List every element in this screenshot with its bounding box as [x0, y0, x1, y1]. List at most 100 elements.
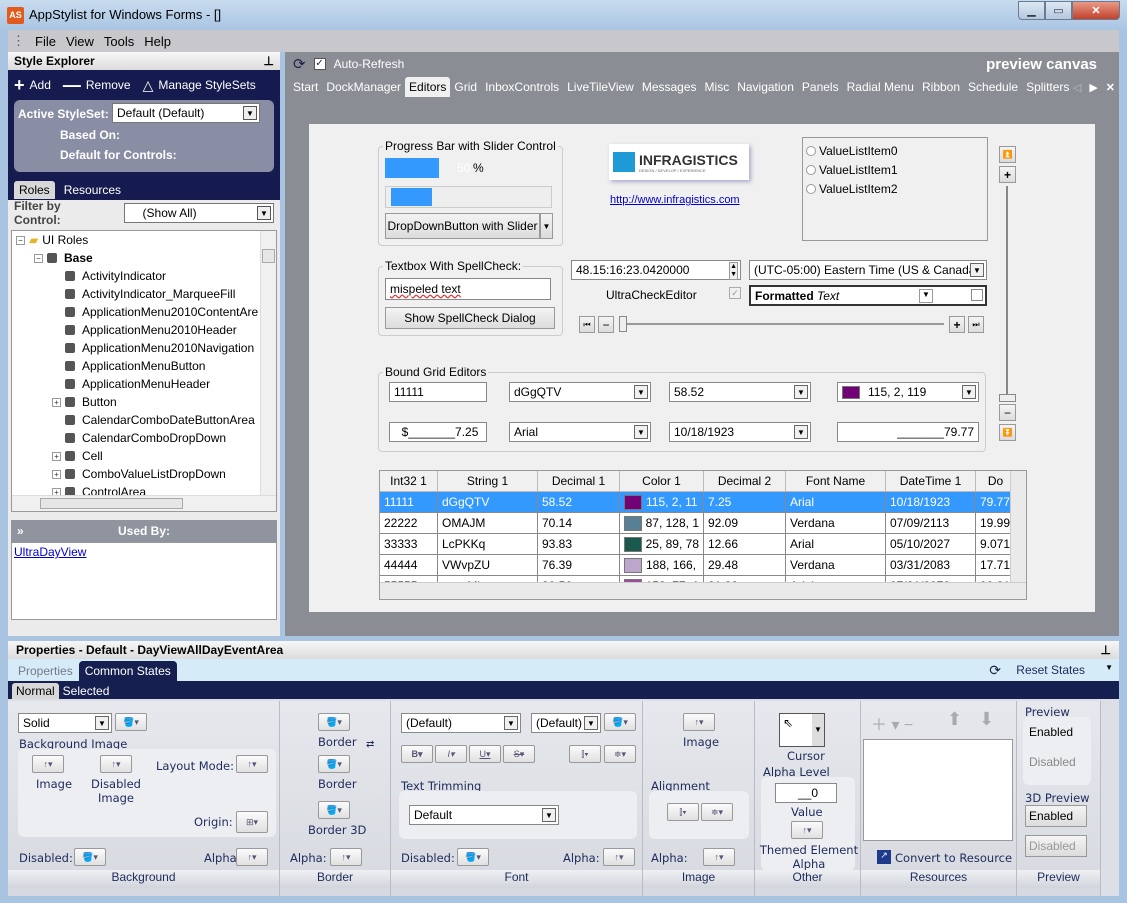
auto-refresh-checkbox[interactable]: ✓: [313, 58, 326, 70]
vslider-bottom-button[interactable]: ⏬: [999, 424, 1016, 441]
radio-icon[interactable]: [806, 145, 816, 156]
refresh-icon[interactable]: ⟳: [293, 55, 306, 73]
grid-cell[interactable]: 10/18/1923: [886, 492, 976, 513]
grid-column-header[interactable]: String 1: [438, 471, 538, 492]
font-size-select[interactable]: (Default) ▼: [531, 713, 601, 733]
disabled-color-picker[interactable]: 🪣▾: [74, 848, 106, 866]
grid-cell[interactable]: Verdana: [786, 555, 886, 576]
grid-column-header[interactable]: Color 1: [620, 471, 704, 492]
tree-node-ui-roles[interactable]: − ▰ UI Roles: [12, 231, 276, 249]
expand-icon[interactable]: +: [52, 469, 61, 479]
tab-navigation[interactable]: Navigation: [733, 77, 798, 97]
spin-icon[interactable]: ▲ ▼: [729, 262, 738, 280]
grid-cell[interactable]: Arial: [786, 534, 886, 555]
border-color-picker[interactable]: 🪣▾: [318, 713, 350, 731]
collapse-icon[interactable]: −: [34, 253, 43, 263]
strikeout-button[interactable]: S▾: [503, 745, 535, 763]
table-row[interactable]: 33333 LcPKKq 93.83 25, 89, 78 12.66 Arial 05/1…: [380, 534, 1026, 555]
add-resource-icon[interactable]: ＋ ▾ −: [871, 711, 913, 735]
tab-schedule[interactable]: Schedule: [964, 77, 1022, 97]
bold-button[interactable]: B▾: [401, 745, 433, 763]
menu-tools[interactable]: Tools: [104, 34, 134, 49]
checkbox-icon[interactable]: [971, 289, 983, 301]
font-alpha-picker[interactable]: ↑▾: [603, 848, 635, 866]
vslider-plus-button[interactable]: +: [999, 166, 1016, 183]
tab-livetileview[interactable]: LiveTileView: [563, 77, 638, 97]
show-spellcheck-button[interactable]: Show SpellCheck Dialog: [385, 307, 555, 329]
reset-icon[interactable]: ⟳: [989, 662, 1001, 679]
tab-start[interactable]: Start: [289, 77, 322, 97]
manage-stylesets-button[interactable]: △ Manage StyleSets: [143, 77, 256, 94]
grid-cell[interactable]: 70.14: [538, 513, 620, 534]
grid-cell[interactable]: 07/09/2113: [886, 513, 976, 534]
border-alpha-picker[interactable]: ↑▾: [330, 848, 362, 866]
chevron-down-icon[interactable]: ▼: [919, 289, 933, 303]
resources-list[interactable]: [863, 739, 1013, 841]
tree-node[interactable]: ApplicationMenuHeader: [12, 375, 276, 393]
used-by-header[interactable]: » Used By:: [11, 520, 277, 542]
origin-picker[interactable]: ⊞▾: [236, 811, 268, 833]
grid-column-header[interactable]: Font Name: [786, 471, 886, 492]
grid-cell[interactable]: 22222: [380, 513, 438, 534]
italic-button[interactable]: I▾: [435, 745, 467, 763]
h-align-button[interactable]: ⫿▾: [569, 745, 601, 763]
slider-thumb[interactable]: [619, 316, 627, 332]
grid-cell[interactable]: 11111: [380, 492, 438, 513]
collapse-chevrons-icon[interactable]: »: [17, 520, 24, 542]
tab-misc[interactable]: Misc: [701, 77, 734, 97]
chevron-down-icon[interactable]: ▼: [1105, 663, 1113, 672]
bg-color-picker[interactable]: 🪣▾: [115, 713, 147, 731]
grid-horizontal-scrollbar[interactable]: [380, 582, 1026, 599]
table-row[interactable]: 11111 dGgQTV 58.52 115, 2, 11 7.25 Arial 10/18…: [380, 492, 1026, 513]
tree-node[interactable]: ActivityIndicator_MarqueeFill: [12, 285, 276, 303]
text-trimming-select[interactable]: Default ▼: [409, 805, 559, 825]
grid-column-header[interactable]: Decimal 2: [704, 471, 786, 492]
formatted-text-editor[interactable]: Formatted Text ▼: [749, 285, 987, 306]
grid-cell[interactable]: 188, 166,: [620, 555, 704, 576]
radio-icon[interactable]: [806, 164, 816, 175]
border3d-picker[interactable]: 🪣▾: [318, 801, 350, 819]
grid-cell[interactable]: 93.83: [538, 534, 620, 555]
tab-normal[interactable]: Normal: [12, 683, 59, 699]
grid-cell[interactable]: 76.39: [538, 555, 620, 576]
bound-color-editor[interactable]: 115, 2, 119 ▼: [837, 382, 979, 402]
grid-cell[interactable]: Verdana: [786, 513, 886, 534]
themed-alpha-picker[interactable]: ↑▾: [791, 821, 823, 839]
grid-column-header[interactable]: Int32 1: [380, 471, 438, 492]
radio-icon[interactable]: [806, 183, 816, 194]
track-slider[interactable]: [624, 323, 944, 325]
border2-color-picker[interactable]: 🪣▾: [318, 755, 350, 773]
slider-minus-button[interactable]: −: [598, 316, 614, 333]
grid-cell[interactable]: 115, 2, 11: [620, 492, 704, 513]
scroll-right-icon[interactable]: ▶: [1089, 81, 1097, 94]
vertical-slider-track[interactable]: [1006, 186, 1008, 396]
close-tab-icon[interactable]: ✕: [1106, 81, 1115, 94]
tree-node[interactable]: ApplicationMenu2010Navigation: [12, 339, 276, 357]
font-name-select[interactable]: (Default) ▼: [401, 713, 521, 733]
tree-vertical-scrollbar[interactable]: [260, 231, 276, 511]
tree-node[interactable]: CalendarComboDropDown: [12, 429, 276, 447]
tab-editors[interactable]: Editors: [405, 77, 451, 97]
tree-node[interactable]: ApplicationMenuButton: [12, 357, 276, 375]
check-editor-checkbox[interactable]: ✓: [729, 287, 741, 299]
image-property-picker[interactable]: ↑▾: [683, 713, 715, 731]
grid-cell[interactable]: 03/31/2083: [886, 555, 976, 576]
table-row[interactable]: 44444 VWvpZU 76.39 188, 166, 29.48 Verdana 03/…: [380, 555, 1026, 576]
vslider-top-button[interactable]: ⏫: [999, 146, 1016, 163]
image-picker[interactable]: ↑▾: [32, 755, 64, 773]
grid-column-header[interactable]: Decimal 1: [538, 471, 620, 492]
grid-cell[interactable]: LcPKKq: [438, 534, 538, 555]
tab-common-states[interactable]: Common States: [78, 661, 177, 681]
bound-decimal-editor[interactable]: 58.52 ▼: [669, 382, 811, 402]
reset-states-button[interactable]: Reset States: [1016, 663, 1085, 677]
alpha-value-spinner[interactable]: __0: [775, 783, 837, 803]
vslider-thumb[interactable]: [999, 394, 1016, 402]
layout-mode-picker[interactable]: ↑▾: [236, 755, 268, 773]
image-h-align[interactable]: ⫿▾: [667, 803, 699, 821]
bound-int-editor[interactable]: 11111: [389, 382, 487, 402]
tab-grid[interactable]: Grid: [450, 77, 481, 97]
maximize-button[interactable]: ▭: [1045, 1, 1072, 20]
v-align-button[interactable]: ≑▾: [604, 745, 636, 763]
grid-cell[interactable]: 44444: [380, 555, 438, 576]
pin-icon[interactable]: ⊥: [264, 54, 274, 68]
